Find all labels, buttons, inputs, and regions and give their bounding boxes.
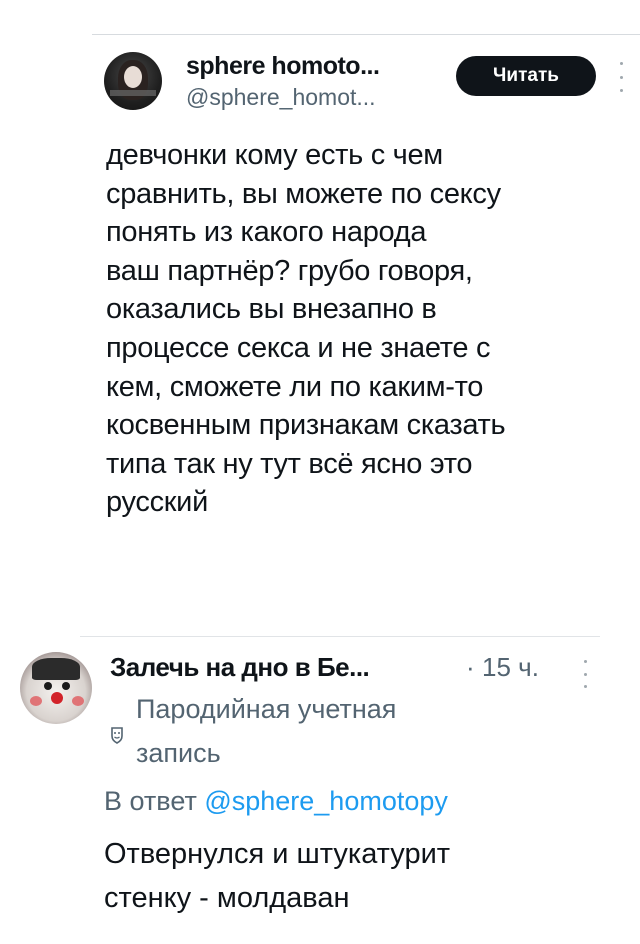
reply-text-line: стенку - молдаван xyxy=(104,882,350,914)
post-text-line: понять из какого народа xyxy=(106,216,427,249)
parody-account-label: Пародийная учетная xyxy=(136,694,397,724)
read-button[interactable]: Читать xyxy=(456,56,596,96)
post-divider xyxy=(80,636,600,637)
post-text-line: русский xyxy=(106,486,208,519)
reply-to: В ответ @sphere_homotopy xyxy=(104,786,448,817)
post-text-line: ваш партнёр? грубо говоря, xyxy=(106,254,473,287)
avatar-hat xyxy=(32,658,80,680)
post-text: девчонки кому есть с чем сравнить, вы мо… xyxy=(106,136,626,522)
post-text-line: процессе секса и не знаете с xyxy=(106,331,491,364)
reply-text: Отвернулся и штукатурит стенку - молдава… xyxy=(104,832,604,920)
more-vertical-icon[interactable] xyxy=(616,62,626,92)
parody-account-label: запись xyxy=(136,738,221,768)
parody-mask-icon xyxy=(111,727,123,744)
avatar-cheek xyxy=(30,696,42,706)
post-text-line: сравнить, вы можете по сексу xyxy=(106,177,501,210)
more-vertical-icon[interactable] xyxy=(580,660,590,688)
post-text-line: оказались вы внезапно в xyxy=(106,293,437,326)
avatar-eye xyxy=(62,682,70,690)
reply-to-prefix: В ответ xyxy=(104,786,205,816)
meta-separator: · xyxy=(466,652,475,682)
post-author-name[interactable]: sphere homoto... xyxy=(186,52,380,81)
avatar-face xyxy=(124,66,142,88)
reply-timestamp[interactable]: 15 ч. xyxy=(482,652,539,683)
post-text-line: кем, сможете ли по каким-то xyxy=(106,370,484,403)
reply-author-name[interactable]: Залечь на дно в Бе... xyxy=(110,652,370,683)
post-author-handle[interactable]: @sphere_homot... xyxy=(186,84,376,111)
avatar-cheek xyxy=(72,696,84,706)
top-divider xyxy=(92,34,640,35)
post-text-line: девчонки кому есть с чем xyxy=(106,139,443,171)
reply-to-mention-link[interactable]: @sphere_homotopy xyxy=(204,786,448,816)
avatar-band xyxy=(110,90,156,96)
reply-text-line: Отвернулся и штукатурит xyxy=(104,838,451,870)
post-author-avatar[interactable] xyxy=(104,52,162,110)
post-text-line: типа так ну тут всё ясно это xyxy=(106,447,473,480)
post-text-line: косвенным признакам сказать xyxy=(106,409,506,442)
reply-author-avatar[interactable] xyxy=(20,652,92,724)
avatar-nose xyxy=(51,692,63,704)
avatar-eye xyxy=(44,682,52,690)
